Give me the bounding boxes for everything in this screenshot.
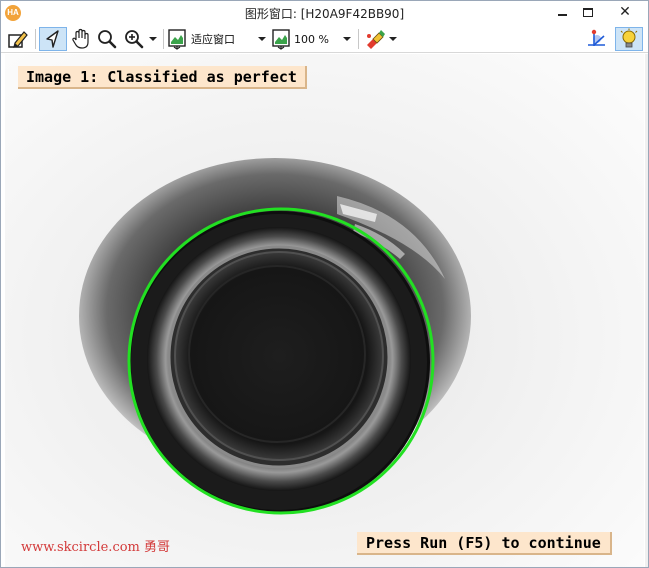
edit-button[interactable]: [5, 27, 31, 51]
image-canvas[interactable]: Image 1: Classified as perfect www.skcir…: [5, 54, 644, 567]
chevron-down-icon: [388, 37, 397, 41]
title-bar[interactable]: HA 图形窗口: [H20A9F42BB90] ✕: [1, 1, 648, 25]
graphics-window: HA 图形窗口: [H20A9F42BB90] ✕ 适应窗口 100 % Ima…: [0, 0, 649, 568]
chevron-down-icon: [343, 37, 351, 41]
classification-label: Image 1: Classified as perfect: [18, 66, 307, 89]
crosshair-icon: [588, 29, 605, 46]
toolbar-separator: [163, 29, 164, 49]
pointer-tool-button[interactable]: [39, 27, 67, 51]
zoom-level-value: 100 %: [294, 32, 329, 46]
magnify-tool-button[interactable]: [95, 27, 119, 51]
zoom-percent-icon: [272, 29, 290, 50]
watermark-text: www.skcircle.com 勇哥: [21, 540, 171, 555]
fit-window-label: 适应窗口: [191, 33, 235, 46]
close-icon: ✕: [619, 4, 631, 20]
chevron-down-icon: [148, 37, 157, 41]
hand-icon: [72, 28, 89, 49]
paint-icon: [366, 30, 385, 49]
magnifier-icon: [98, 30, 117, 49]
paint-dropdown[interactable]: [361, 27, 399, 51]
maximize-button[interactable]: [575, 3, 601, 21]
minimize-button[interactable]: [549, 3, 575, 21]
lightbulb-icon: [620, 28, 638, 48]
bottle-image: [5, 54, 644, 567]
close-button[interactable]: ✕: [607, 3, 643, 21]
zoom-in-icon: [124, 30, 143, 49]
fit-window-dropdown[interactable]: 适应窗口: [167, 27, 269, 51]
chevron-down-icon: [258, 37, 266, 41]
pan-tool-button[interactable]: [68, 27, 94, 51]
zoom-level-dropdown[interactable]: 100 %: [271, 27, 355, 51]
zoom-in-dropdown[interactable]: [121, 27, 159, 51]
pointer-icon: [46, 30, 59, 48]
minimize-icon: [557, 14, 567, 16]
toolbar-separator: [358, 29, 359, 49]
toolbar: 适应窗口 100 %: [1, 25, 648, 53]
fit-window-icon: [168, 29, 186, 50]
maximize-icon: [583, 7, 593, 17]
continue-prompt-label: Press Run (F5) to continue: [357, 532, 612, 555]
toolbar-separator: [35, 29, 36, 49]
edit-pencil-icon: [8, 31, 28, 48]
crosshair-button[interactable]: [583, 27, 609, 51]
info-bulb-button[interactable]: [615, 27, 643, 51]
window-edge: [645, 54, 648, 567]
